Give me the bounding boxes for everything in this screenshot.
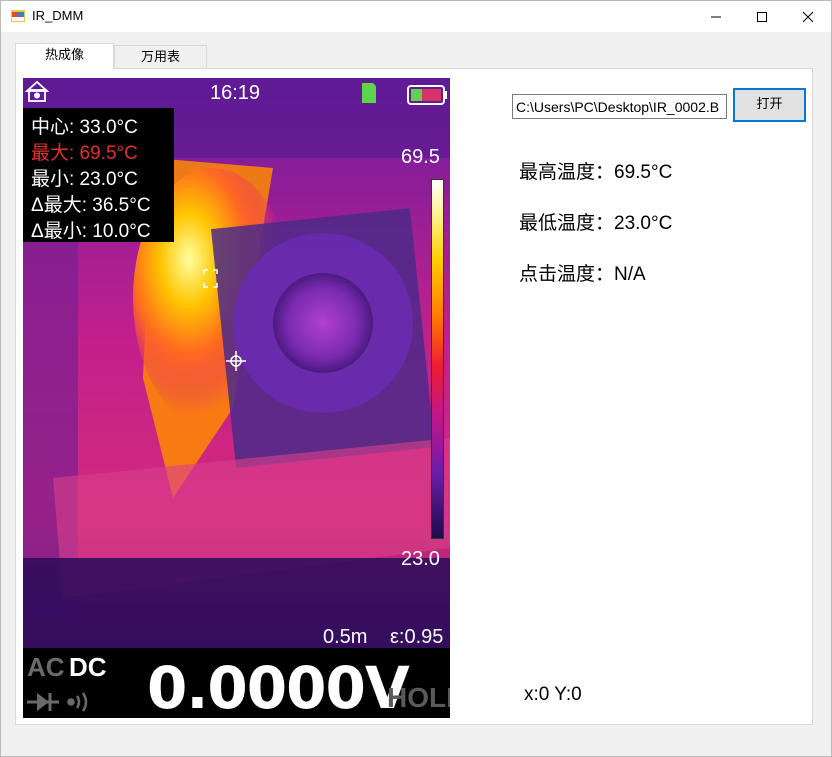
minimize-icon — [711, 16, 721, 18]
min-temperature-label: 最低温度：23.0°C — [519, 213, 673, 234]
device-time: 16:19 — [210, 82, 261, 104]
thermal-image[interactable]: 16:19 中心: 33.0°C 最大: 69.5°C 最小: 23.0°C Δ… — [23, 78, 450, 718]
voltage-reading: 0.0000V — [147, 654, 410, 718]
stat-delta-max: Δ最大: 36.5°C — [31, 195, 151, 216]
scale-min-label: 23.0 — [401, 548, 440, 570]
multimeter-readout-bar: AC DC 0.0000V HOLD — [23, 648, 450, 718]
mode-icons — [27, 692, 88, 712]
stat-max: 最大: 69.5°C — [31, 143, 138, 164]
diode-icon — [27, 693, 59, 711]
file-path-input[interactable] — [512, 94, 727, 119]
close-icon — [802, 11, 814, 23]
window-title: IR_DMM — [32, 8, 84, 23]
scale-max-label: 69.5 — [401, 146, 440, 168]
app-window: IR_DMM 热成像 万用表 16:19 中心: 33.0°C 最大: 69.5… — [0, 0, 832, 757]
stat-delta-min: Δ最小: 10.0°C — [31, 221, 151, 242]
tab-thermal[interactable]: 热成像 — [15, 43, 114, 69]
temperature-stats-box: 中心: 33.0°C 最大: 69.5°C 最小: 23.0°C Δ最大: 36… — [23, 108, 174, 242]
close-button[interactable] — [785, 1, 831, 32]
hold-label: HOLD — [387, 682, 450, 713]
app-window-icon — [11, 10, 25, 22]
emissivity-label: ε:0.95 — [390, 626, 444, 648]
color-scale-bar — [431, 179, 444, 539]
continuity-icon — [67, 692, 88, 712]
max-temperature-label: 最高温度：69.5°C — [519, 162, 673, 183]
minimize-button[interactable] — [693, 1, 739, 32]
stat-min: 最小: 23.0°C — [31, 169, 138, 190]
distance-label: 0.5m — [323, 626, 368, 648]
stat-center: 中心: 33.0°C — [31, 117, 138, 138]
title-bar[interactable]: IR_DMM — [1, 1, 831, 32]
maximize-button[interactable] — [739, 1, 785, 32]
maximize-icon — [757, 12, 767, 22]
mode-dc-label: DC — [69, 652, 107, 682]
cursor-coordinates: x:0 Y:0 — [524, 684, 582, 705]
tab-multimeter[interactable]: 万用表 — [114, 45, 207, 69]
click-temperature-label: 点击温度：N/A — [519, 264, 646, 285]
sd-card-icon — [362, 83, 376, 103]
mode-ac-label: AC — [27, 652, 65, 682]
open-file-button[interactable]: 打开 — [733, 88, 806, 122]
